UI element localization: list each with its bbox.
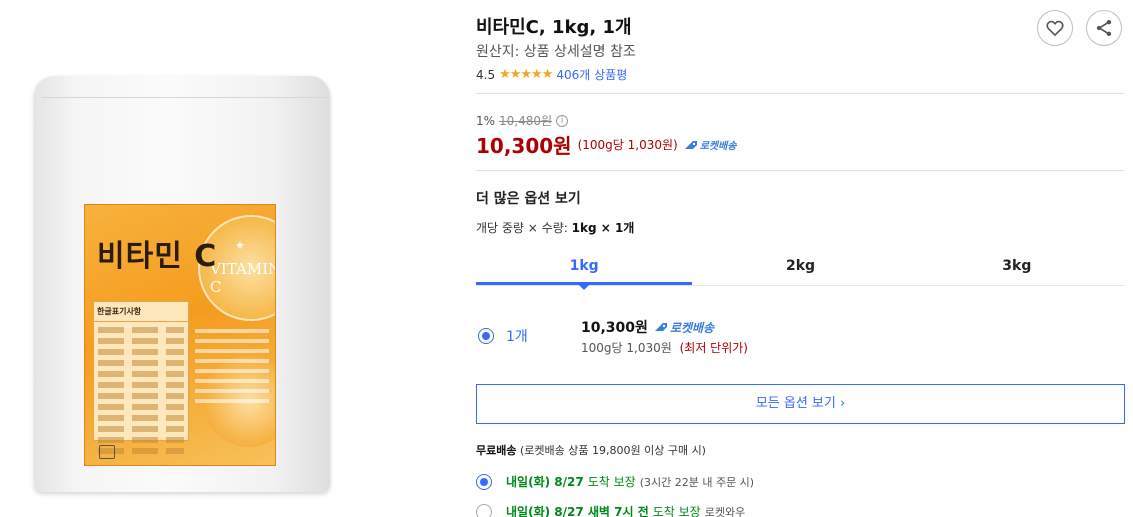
- divider-price: [476, 170, 1125, 171]
- price-row: 10,300원 (100g당 1,030원) 로켓배송: [476, 130, 737, 159]
- tab-1kg[interactable]: 1kg: [476, 248, 693, 290]
- sale-price: 10,300원: [476, 134, 572, 158]
- option-qty: 1개: [506, 329, 528, 345]
- option-rocket-label: 로켓배송: [669, 320, 715, 335]
- label-title: 비타민 C: [97, 239, 218, 274]
- option-radio[interactable]: [478, 328, 494, 344]
- info-icon[interactable]: i: [556, 114, 569, 127]
- delivery-option-1[interactable]: 내일(화) 8/27 도착 보장 (3시간 22분 내 주문 시): [476, 473, 754, 490]
- option-rocket-badge: 로켓배송: [654, 319, 714, 336]
- option-price-row: 10,300원 로켓배송: [581, 317, 714, 337]
- wishlist-button[interactable]: [1037, 10, 1073, 46]
- lowest-unit-label: (최저 단위가): [679, 341, 748, 355]
- rocket-icon: [654, 323, 667, 331]
- delivery-note-1: (3시간 22분 내 주문 시): [639, 475, 755, 489]
- label-vitamin-text: VITAMIN C: [210, 260, 276, 296]
- delivery-radio-2[interactable]: [476, 503, 492, 517]
- rating-row: 4.5 ★★★★★ 406개 상품평: [476, 66, 627, 83]
- rocket-delivery-badge: 로켓배송: [684, 137, 737, 152]
- recycle-icon: [99, 445, 115, 459]
- product-image[interactable]: ★ VITAMIN C 비타민 C 한글표기사항: [30, 72, 332, 494]
- delivery-note-2: 로켓와우: [704, 505, 746, 517]
- discount-row: 1% 10,480원 i: [476, 112, 569, 129]
- option-price: 10,300원: [581, 320, 648, 336]
- info-header: 한글표기사항: [94, 302, 188, 322]
- delivery-radio-1[interactable]: [476, 473, 492, 490]
- option-desc-value: 1kg × 1개: [571, 221, 635, 235]
- discount-rate: 1%: [476, 113, 496, 128]
- delivery-date-1: 내일(화) 8/27: [506, 475, 584, 489]
- tab-2kg[interactable]: 2kg: [692, 248, 908, 285]
- star-decoration: ★: [235, 239, 245, 252]
- all-options-button[interactable]: 모든 옵션 보기 ›: [476, 384, 1125, 424]
- rating-value: 4.5: [476, 67, 496, 82]
- rocket-icon: [684, 140, 697, 149]
- option-unit-row: 100g당 1,030원 (최저 단위가): [581, 339, 748, 356]
- product-title: 비타민C, 1kg, 1개: [476, 17, 632, 38]
- share-icon: [1096, 20, 1112, 36]
- share-button[interactable]: [1086, 10, 1122, 46]
- weight-tabs: 1kg 2kg 3kg: [476, 248, 1125, 290]
- heart-icon: [1046, 20, 1064, 37]
- star-rating-icon: ★★★★★: [499, 67, 553, 82]
- label-text-lines: [195, 323, 269, 403]
- product-pouch: ★ VITAMIN C 비타민 C 한글표기사항: [34, 76, 330, 492]
- delivery-option-2[interactable]: 내일(화) 8/27 새벽 7시 전 도착 보장 로켓와우: [476, 503, 745, 517]
- option-unit-price: 100g당 1,030원: [581, 341, 672, 355]
- review-count-link[interactable]: 406개 상품평: [556, 66, 627, 83]
- nutrition-info-box: 한글표기사항: [93, 301, 189, 454]
- option-description: 개당 중량 × 수량: 1kg × 1개: [476, 219, 634, 236]
- delivery-guarantee-1: 도착 보장: [587, 475, 636, 489]
- rocket-label: 로켓배송: [699, 141, 737, 152]
- pouch-seal: [42, 80, 330, 98]
- product-label: ★ VITAMIN C 비타민 C 한글표기사항: [84, 204, 276, 466]
- tab-3kg[interactable]: 3kg: [909, 248, 1125, 285]
- divider-top: [476, 93, 1125, 94]
- shipping-info: 무료배송 (로켓배송 상품 19,800원 이상 구매 시): [476, 442, 706, 458]
- delivery-guarantee-2: 도착 보장: [652, 505, 701, 517]
- shipping-condition: (로켓배송 상품 19,800원 이상 구매 시): [519, 444, 706, 457]
- original-price: 10,480원: [499, 114, 553, 128]
- free-shipping-label: 무료배송: [476, 444, 517, 457]
- delivery-date-2: 내일(화) 8/27 새벽 7시 전: [506, 505, 649, 517]
- option-desc-prefix: 개당 중량 × 수량:: [476, 221, 568, 235]
- more-options-heading: 더 많은 옵션 보기: [476, 191, 581, 207]
- product-origin: 원산지: 상품 상세설명 참조: [476, 44, 636, 60]
- unit-price: (100g당 1,030원): [577, 138, 678, 152]
- option-row-1[interactable]: 1개 10,300원 로켓배송 100g당 1,030원 (최저 단위가): [476, 310, 1125, 370]
